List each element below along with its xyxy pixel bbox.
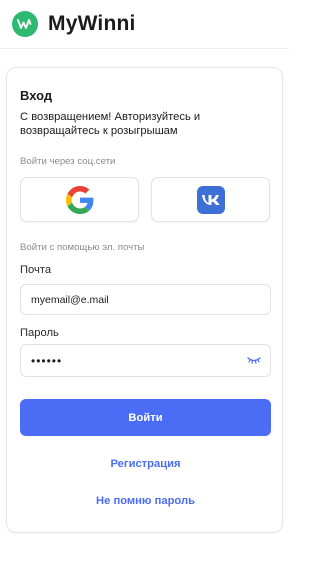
password-label: Пароль xyxy=(20,327,59,339)
login-submit-button[interactable]: Войти xyxy=(20,399,271,436)
app-header: MyWinni xyxy=(0,0,289,49)
login-card: Вход С возвращением! Авторизуйтесь и воз… xyxy=(6,67,283,533)
google-login-button[interactable] xyxy=(20,177,139,222)
register-link[interactable]: Регистрация xyxy=(7,458,284,470)
forgot-password-link[interactable]: Не помню пароль xyxy=(7,495,284,507)
password-field[interactable] xyxy=(20,344,271,377)
eye-closed-icon[interactable] xyxy=(247,355,261,365)
vk-icon xyxy=(196,185,225,214)
login-title: Вход xyxy=(20,88,53,103)
login-subtitle: С возвращением! Авторизуйтесь и возвраща… xyxy=(20,111,201,137)
google-icon xyxy=(65,185,93,214)
app-name[interactable]: MyWinni xyxy=(48,12,136,36)
mywinni-logo-icon[interactable] xyxy=(12,11,38,37)
vk-login-button[interactable] xyxy=(151,177,270,222)
social-login-label: Войти через соц.сети xyxy=(20,156,116,167)
password-field-wrapper xyxy=(20,344,271,377)
email-login-label: Войти с помощью эл. почты xyxy=(20,242,145,253)
email-field[interactable] xyxy=(20,284,271,315)
email-label: Почта xyxy=(20,264,52,276)
